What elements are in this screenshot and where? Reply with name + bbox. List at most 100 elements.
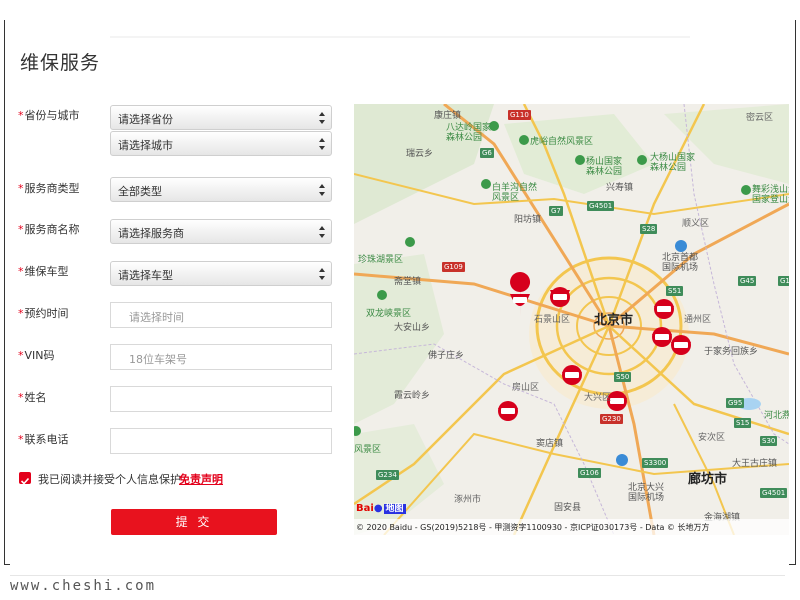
- map-place-label: 佛子庄乡: [428, 351, 465, 361]
- agree-checkbox[interactable]: [19, 472, 31, 485]
- map-place-label: 国际机场: [628, 493, 665, 503]
- label-car-model: *维保车型: [18, 265, 69, 278]
- map-place-label: 固安县: [554, 503, 582, 513]
- dealer-marker[interactable]: [562, 365, 582, 385]
- dealer-marker[interactable]: [510, 272, 531, 317]
- map-place-label: 大安山乡: [394, 323, 431, 333]
- map-place-label: 安次区: [698, 433, 726, 443]
- airport-icon: [616, 454, 628, 466]
- city-select[interactable]: 请选择城市: [110, 131, 332, 156]
- map-place-label: 廊坊市: [688, 472, 728, 487]
- provider-name-select-value: 请选择服务商: [118, 227, 184, 240]
- checkmark-icon: [20, 477, 30, 485]
- park-icon: [377, 290, 387, 300]
- map-place-label: 于家务回族乡: [704, 347, 759, 357]
- road-badge: G110: [508, 110, 531, 120]
- map-place-label: 石景山区: [534, 315, 571, 325]
- phone-input[interactable]: [110, 428, 332, 454]
- road-badge: S3300: [642, 458, 669, 468]
- road-badge: G6: [480, 148, 494, 158]
- label-phone: *联系电话: [18, 433, 69, 446]
- provider-type-select-value: 全部类型: [118, 185, 162, 198]
- label-appointment-time: *预约时间: [18, 307, 69, 320]
- select-arrows-icon: [319, 112, 325, 124]
- road-badge: G4501: [587, 201, 615, 211]
- dealer-marker[interactable]: [652, 327, 672, 347]
- label-name: *姓名: [18, 391, 47, 404]
- road-badge: G45: [738, 276, 757, 286]
- bottom-divider: [10, 575, 785, 576]
- map-place-label: 涿州市: [454, 495, 482, 505]
- map-place-label: 国际机场: [662, 263, 699, 273]
- appointment-time-placeholder: 请选择时间: [129, 311, 184, 324]
- provider-type-select[interactable]: 全部类型: [110, 177, 332, 202]
- map-place-label: 兴寿镇: [606, 183, 634, 193]
- label-provider-name: *服务商名称: [18, 223, 80, 236]
- map-place-label: 房山区: [512, 383, 540, 393]
- vin-input[interactable]: 18位车架号: [110, 344, 332, 370]
- map-place-label: 通州区: [684, 315, 712, 325]
- map-place-label: 窦店镇: [536, 439, 564, 449]
- road-badge: G1: [778, 276, 789, 286]
- select-arrows-icon: [319, 138, 325, 150]
- label-province-city: *省份与城市: [18, 109, 80, 122]
- map-place-label: 风景区: [354, 445, 382, 455]
- map-place-label: 霞云岭乡: [394, 391, 431, 401]
- city-select-value: 请选择城市: [118, 139, 173, 152]
- road-badge: S50: [614, 372, 632, 382]
- park-icon: [405, 237, 415, 247]
- provider-name-select[interactable]: 请选择服务商: [110, 219, 332, 244]
- dealer-marker[interactable]: [654, 299, 674, 319]
- select-arrows-icon: [319, 268, 325, 280]
- submit-button[interactable]: 提 交: [111, 509, 277, 535]
- road-badge: S15: [734, 418, 752, 428]
- map-place-label: 风景区: [492, 193, 520, 203]
- road-badge: S51: [666, 286, 684, 296]
- road-badge: G230: [600, 414, 623, 424]
- map-place-label: 森林公园: [586, 167, 623, 177]
- map-place-label: 虎峪自然风景区: [530, 137, 594, 147]
- name-input[interactable]: [110, 386, 332, 412]
- agree-text: 我已阅读并接受个人信息保护: [38, 473, 181, 486]
- top-divider: [110, 36, 690, 38]
- road-badge: G4501: [760, 488, 788, 498]
- park-icon: [481, 179, 491, 189]
- service-map[interactable]: 康庄镇 八达岭国家 森林公园 虎峪自然风景区 密云区 杨山国家 森林公园 大杨山…: [354, 104, 789, 535]
- baidu-map-logo: Bai● 地图: [356, 503, 406, 514]
- map-place-label: 大兴区: [584, 393, 612, 403]
- road-badge: G106: [578, 468, 601, 478]
- map-place-label: 斋堂镇: [394, 277, 422, 287]
- road-badge: G95: [726, 398, 745, 408]
- map-place-label: 顺义区: [682, 219, 710, 229]
- road-badge: S28: [640, 224, 658, 234]
- frame-right-line: [795, 20, 796, 565]
- park-icon: [519, 135, 529, 145]
- province-select[interactable]: 请选择省份: [110, 105, 332, 130]
- map-place-label: 北京市: [594, 313, 634, 328]
- park-icon: [741, 185, 751, 195]
- label-vin: *VIN码: [18, 349, 55, 362]
- appointment-time-input[interactable]: 请选择时间: [110, 302, 332, 328]
- road-badge: G7: [549, 206, 563, 216]
- select-arrows-icon: [319, 226, 325, 238]
- road-badge: G234: [376, 470, 399, 480]
- label-provider-type: *服务商类型: [18, 182, 80, 195]
- dealer-marker[interactable]: [671, 335, 691, 355]
- road-badge: S30: [760, 436, 778, 446]
- disclaimer-link[interactable]: 免责声明: [179, 471, 223, 487]
- road-badge: G109: [442, 262, 465, 272]
- park-icon: [637, 155, 647, 165]
- province-select-value: 请选择省份: [118, 113, 173, 126]
- dealer-marker[interactable]: [550, 287, 570, 307]
- car-model-select[interactable]: 请选择车型: [110, 261, 332, 286]
- dealer-marker[interactable]: [498, 401, 518, 421]
- map-place-label: 瑞云乡: [406, 149, 434, 159]
- vin-placeholder: 18位车架号: [129, 353, 187, 366]
- map-place-label: 双龙峡景区: [366, 309, 412, 319]
- frame-left-line: [4, 20, 5, 565]
- frame-corner: [789, 564, 796, 565]
- park-icon: [575, 155, 585, 165]
- map-place-label: 国家登山步道: [752, 195, 789, 205]
- select-arrows-icon: [319, 184, 325, 196]
- map-place-label: 森林公园: [446, 133, 483, 143]
